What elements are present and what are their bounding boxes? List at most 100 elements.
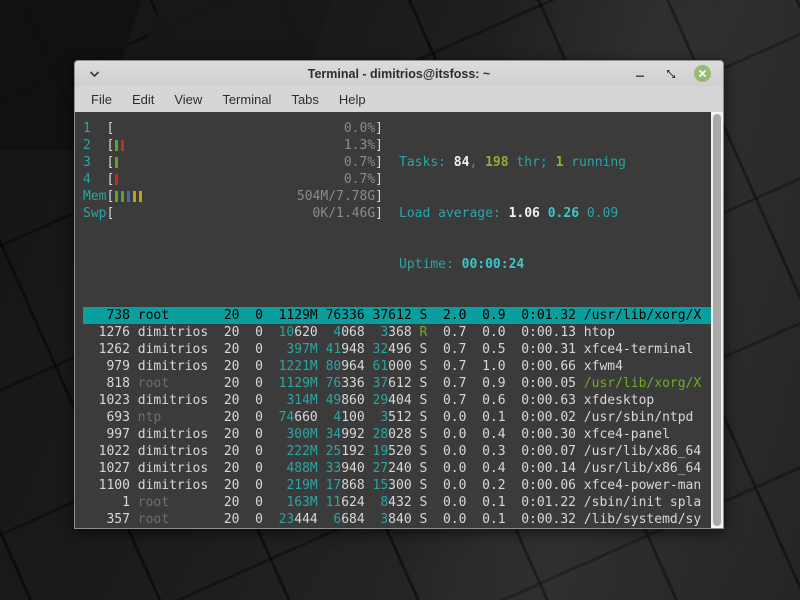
uptime-value: 00:00:24 <box>462 257 525 272</box>
table-row[interactable]: 357 root 20 0 23444 6684 3840 S 0.0 0.1 … <box>83 511 711 528</box>
meter-bar: 0.7% <box>114 154 375 171</box>
close-icon[interactable] <box>694 65 711 82</box>
meter-tick <box>115 157 118 168</box>
cell-state: S <box>412 460 428 477</box>
scrollbar[interactable] <box>711 112 723 528</box>
cell-state: S <box>412 307 428 324</box>
cell-res: 34992 <box>318 426 365 443</box>
table-row[interactable]: 979 dimitrios 20 0 1221M 80964 61000 S 0… <box>83 358 711 375</box>
cell-user: root <box>138 375 216 392</box>
cell-pri: 20 <box>216 443 239 460</box>
meter-label: Swp <box>83 205 106 222</box>
cell-mem: 0.1 <box>466 511 505 528</box>
cell-virt: 222M <box>263 443 318 460</box>
cell-pid: 1023 <box>83 392 130 409</box>
cell-mem: 0.1 <box>466 409 505 426</box>
cell-state: S <box>412 341 428 358</box>
cell-pid: 1262 <box>83 341 130 358</box>
load-average-line: Load average: 1.06 0.26 0.09 <box>399 205 626 222</box>
window-menu-chevron-icon[interactable] <box>89 70 100 78</box>
menu-item[interactable]: Edit <box>122 89 164 110</box>
meter-value: 0.7% <box>344 154 375 171</box>
maximize-icon[interactable] <box>663 66 679 82</box>
cell-mem: 0.0 <box>466 324 505 341</box>
meter-tick <box>115 123 118 134</box>
table-row[interactable]: 1022 dimitrios 20 0 222M 25192 19520 S 0… <box>83 443 711 460</box>
meter-open-bracket: [ <box>106 171 114 188</box>
cell-pri: 20 <box>216 426 239 443</box>
cell-virt: 74660 <box>263 409 318 426</box>
menu-item[interactable]: Tabs <box>281 89 328 110</box>
meter-open-bracket: [ <box>106 137 114 154</box>
cell-state: S <box>412 426 428 443</box>
cell-res: 17868 <box>318 477 365 494</box>
window-titlebar[interactable]: Terminal - dimitrios@itsfoss: ~ <box>75 61 723 86</box>
cell-pid: 818 <box>83 375 130 392</box>
table-row[interactable]: 738 root 20 0 1129M 76336 37612 S 2.0 0.… <box>83 307 711 324</box>
meter-tick <box>127 140 130 151</box>
cell-shr: 8432 <box>365 494 412 511</box>
terminal-content[interactable]: 1[0.0%] 2[1.3%] 3[0.7%] 4[0.7%] <box>75 112 723 528</box>
cell-virt: 163M <box>263 494 318 511</box>
meter-tick <box>121 140 124 151</box>
cell-pri: 20 <box>216 494 239 511</box>
meter-open-bracket: [ <box>106 120 114 137</box>
cell-shr: 32496 <box>365 341 412 358</box>
cell-command: htop <box>584 324 711 341</box>
meter-tick <box>133 191 136 202</box>
menu-item[interactable]: Help <box>329 89 376 110</box>
cell-shr: 15300 <box>365 477 412 494</box>
cell-command: /usr/lib/xorg/X <box>584 307 711 324</box>
cell-command: /usr/lib/x86_64 <box>584 460 711 477</box>
cell-pri: 20 <box>216 409 239 426</box>
cell-virt: 1129M <box>263 375 318 392</box>
meter-line: 3[0.7%] <box>83 154 383 171</box>
table-row[interactable]: 1027 dimitrios 20 0 488M 33940 27240 S 0… <box>83 460 711 477</box>
cell-cpu: 0.0 <box>427 460 466 477</box>
table-row[interactable]: 997 dimitrios 20 0 300M 34992 28028 S 0.… <box>83 426 711 443</box>
meter-tick <box>139 157 142 168</box>
cell-ni: 0 <box>240 307 263 324</box>
scrollbar-thumb[interactable] <box>713 114 721 526</box>
meter-close-bracket: ] <box>375 137 383 154</box>
cell-res: 4068 <box>318 324 365 341</box>
cell-res: 76336 <box>318 375 365 392</box>
table-row[interactable]: 1276 dimitrios 20 0 10620 4068 3368 R 0.… <box>83 324 711 341</box>
menu-item[interactable]: File <box>81 89 122 110</box>
cell-state: S <box>412 443 428 460</box>
load-15min: 0.09 <box>579 206 618 221</box>
cell-command: /usr/lib/xorg/X <box>584 375 711 392</box>
cell-user: dimitrios <box>138 358 216 375</box>
menu-item[interactable]: Terminal <box>212 89 281 110</box>
cell-res: 6684 <box>318 511 365 528</box>
cell-shr: 19520 <box>365 443 412 460</box>
cell-command: /usr/sbin/ntpd <box>584 409 711 426</box>
cell-state: S <box>412 392 428 409</box>
cell-mem: 0.4 <box>466 460 505 477</box>
cell-res: 33940 <box>318 460 365 477</box>
menu-item[interactable]: View <box>164 89 212 110</box>
cell-shr: 3368 <box>365 324 412 341</box>
table-row[interactable]: 1262 dimitrios 20 0 397M 41948 32496 S 0… <box>83 341 711 358</box>
table-row[interactable]: 693 ntp 20 0 74660 4100 3512 S 0.0 0.1 0… <box>83 409 711 426</box>
cell-pid: 997 <box>83 426 130 443</box>
meter-label: 1 <box>83 120 106 137</box>
cell-virt: 1221M <box>263 358 318 375</box>
table-row[interactable]: 1023 dimitrios 20 0 314M 49860 29404 S 0… <box>83 392 711 409</box>
table-row[interactable]: 818 root 20 0 1129M 76336 37612 S 0.7 0.… <box>83 375 711 392</box>
cell-time: 0:00.07 <box>506 443 576 460</box>
table-row[interactable]: 1100 dimitrios 20 0 219M 17868 15300 S 0… <box>83 477 711 494</box>
cell-command: xfdesktop <box>584 392 711 409</box>
meter-close-bracket: ] <box>375 188 383 205</box>
cell-ni: 0 <box>240 392 263 409</box>
cell-time: 0:00.66 <box>506 358 576 375</box>
load-5min: 0.26 <box>540 206 579 221</box>
cell-user: dimitrios <box>138 443 216 460</box>
minimize-icon[interactable] <box>632 66 648 82</box>
meter-label: 3 <box>83 154 106 171</box>
threads-count: 198 <box>485 155 508 170</box>
tasks-line: Tasks: 84, 198 thr; 1 running <box>399 154 626 171</box>
cell-pri: 20 <box>216 375 239 392</box>
cell-time: 0:01.22 <box>506 494 576 511</box>
table-row[interactable]: 1 root 20 0 163M 11624 8432 S 0.0 0.1 0:… <box>83 494 711 511</box>
